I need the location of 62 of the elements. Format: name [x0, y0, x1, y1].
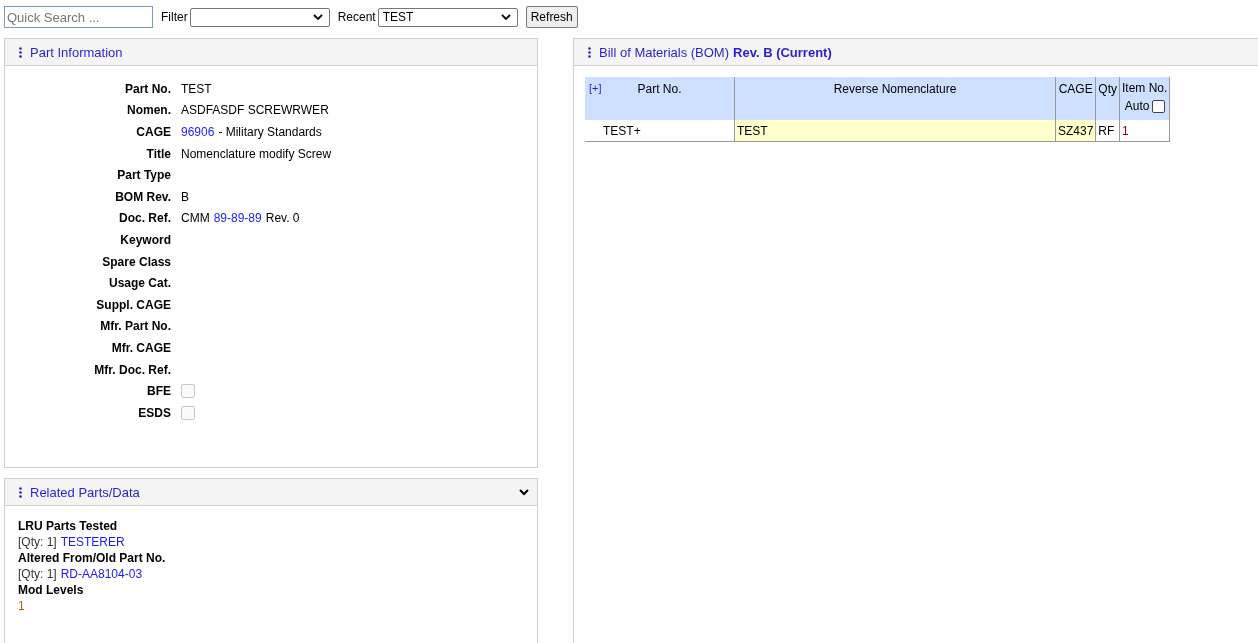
- link[interactable]: RD-AA8104-03: [60, 566, 143, 582]
- recent-dropdown[interactable]: TEST: [377, 7, 518, 27]
- field-label: Nomen.: [126, 103, 172, 118]
- column-header: Qty: [1095, 77, 1120, 120]
- field-label: Mfr. CAGE: [110, 340, 172, 355]
- recent-label: Recent: [337, 10, 376, 24]
- field-value: - Military Standards: [218, 125, 322, 139]
- kebab-icon: [19, 486, 22, 498]
- caret-icon: [312, 13, 323, 21]
- revision-label: Rev. B (Current): [733, 44, 832, 60]
- table-cell: 1: [1119, 120, 1170, 142]
- field-label: Suppl. CAGE: [95, 297, 172, 312]
- filter-dropdown[interactable]: [189, 7, 330, 27]
- table-cell: SZ437: [1055, 120, 1096, 142]
- caret-icon: [500, 13, 511, 21]
- column-title: Part No.: [637, 82, 682, 96]
- panel-title: Bill of Materials (BOM): [599, 44, 730, 60]
- refresh-button[interactable]: Refresh: [525, 6, 578, 28]
- link[interactable]: TESTERER: [60, 534, 125, 550]
- field-value: CMM: [181, 211, 210, 226]
- filter-label: Filter: [161, 10, 188, 24]
- group-heading: Mod Levels: [18, 582, 85, 598]
- field-value: ASDFASDF SCREWRWER: [181, 103, 329, 118]
- field-value: Rev. 0: [265, 211, 300, 226]
- kebab-icon: [19, 46, 22, 58]
- column-header: CAGE: [1055, 77, 1096, 120]
- column-title: Item No.: [1122, 80, 1168, 97]
- field-label: Keyword: [119, 232, 172, 247]
- table-cell: RF: [1095, 120, 1120, 142]
- field-label: Mfr. Doc. Ref.: [93, 362, 172, 377]
- group-heading: Altered From/Old Part No.: [18, 550, 167, 566]
- field-label: BFE: [146, 384, 172, 399]
- panel-title: Part Information: [30, 44, 123, 60]
- field-label: Mfr. Part No.: [99, 319, 172, 334]
- expand-link[interactable]: [+]: [589, 82, 602, 94]
- field-label: Part Type: [116, 168, 172, 183]
- auto-label: Auto: [1124, 98, 1150, 115]
- chevron-icon[interactable]: [519, 488, 529, 496]
- field-label: CAGE: [135, 125, 172, 139]
- table-cell: TEST+: [585, 120, 735, 142]
- field-label: Part No.: [124, 81, 172, 96]
- group-value: 1: [18, 598, 25, 614]
- link[interactable]: 89-89-89: [213, 211, 262, 226]
- group-heading: LRU Parts Tested: [18, 518, 119, 534]
- field-label: Title: [145, 146, 172, 161]
- column-header: Reverse Nomenclature: [734, 77, 1056, 120]
- field-value: B: [181, 189, 189, 204]
- panel-title: Related Parts/Data: [30, 484, 140, 500]
- field-label: Usage Cat.: [107, 276, 172, 291]
- field-label: BOM Rev.: [114, 189, 172, 204]
- quantity: [Qty: 1]: [18, 566, 57, 582]
- field-value: Nomenclature modify Screw: [181, 146, 332, 161]
- quantity: [Qty: 1]: [18, 534, 57, 550]
- checkbox[interactable]: [1151, 99, 1165, 113]
- field-label: Doc. Ref.: [118, 211, 172, 226]
- field-label: Spare Class: [101, 254, 172, 269]
- field-value: TEST: [181, 81, 212, 96]
- kebab-icon: [588, 46, 591, 58]
- field-label: ESDS: [137, 405, 172, 420]
- link[interactable]: 96906: [181, 125, 215, 139]
- quick-search-field[interactable]: Quick Search ...: [4, 6, 153, 28]
- table-cell: TEST: [734, 120, 1056, 142]
